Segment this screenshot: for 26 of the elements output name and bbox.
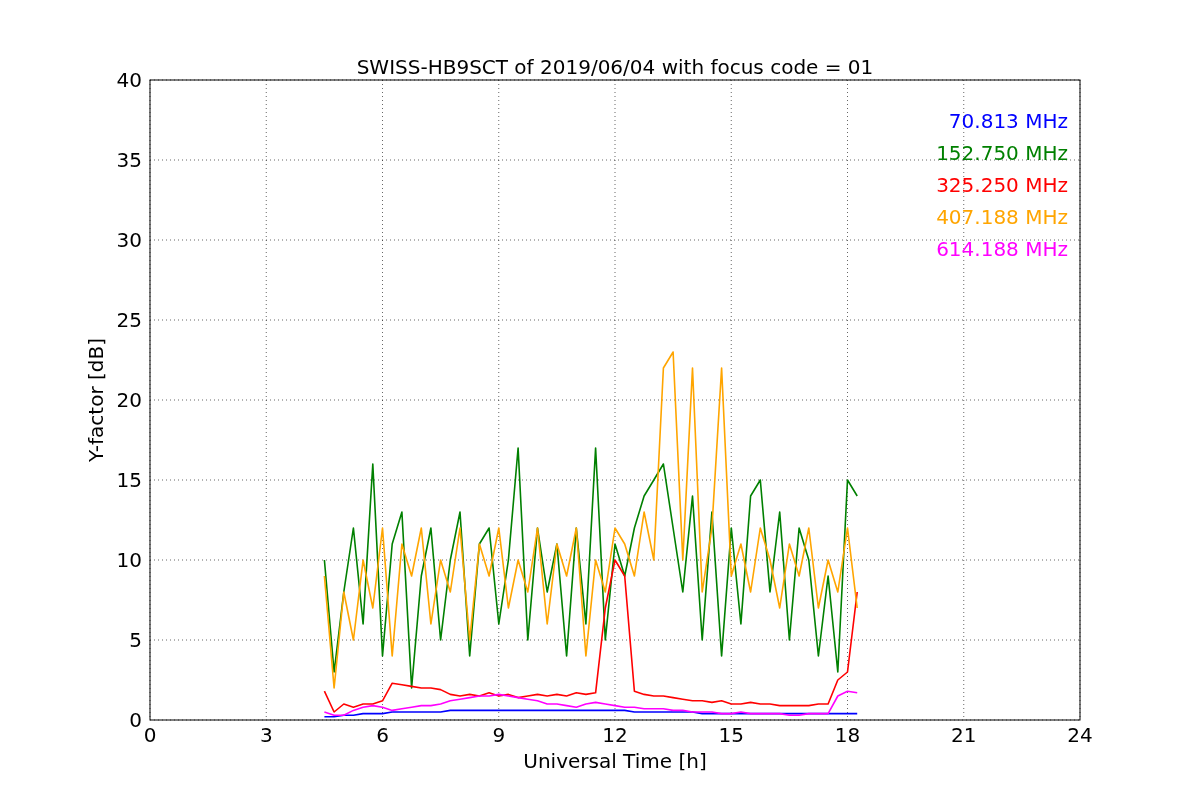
x-tick-label: 24	[1067, 723, 1093, 747]
x-tick-label: 15	[718, 723, 744, 747]
x-tick-label: 9	[492, 723, 506, 747]
x-tick-label: 21	[951, 723, 977, 747]
y-tick-label: 35	[116, 148, 142, 172]
y-tick-label: 25	[116, 308, 142, 332]
y-tick-label: 20	[116, 388, 142, 412]
y-tick-label: 10	[116, 548, 142, 572]
chart-title: SWISS-HB9SCT of 2019/06/04 with focus code = 01	[356, 55, 874, 79]
legend-label: 152.750 MHz	[936, 141, 1068, 165]
y-axis-label: Y-factor [dB]	[84, 338, 108, 462]
legend-label: 407.188 MHz	[936, 205, 1068, 229]
y-tick-label: 5	[129, 628, 142, 652]
legend-label: 70.813 MHz	[948, 109, 1068, 133]
y-tick-label: 0	[129, 708, 142, 732]
x-tick-label: 3	[259, 723, 273, 747]
x-axis-label: Universal Time [h]	[523, 749, 707, 773]
y-tick-label: 40	[116, 68, 142, 92]
x-tick-label: 0	[143, 723, 157, 747]
x-tick-label: 12	[602, 723, 628, 747]
x-tick-label: 18	[834, 723, 861, 747]
y-tick-label: 15	[116, 468, 142, 492]
legend-label: 325.250 MHz	[936, 173, 1068, 197]
legend-label: 614.188 MHz	[936, 237, 1068, 261]
y-tick-label: 30	[116, 228, 142, 252]
x-tick-label: 6	[376, 723, 389, 747]
